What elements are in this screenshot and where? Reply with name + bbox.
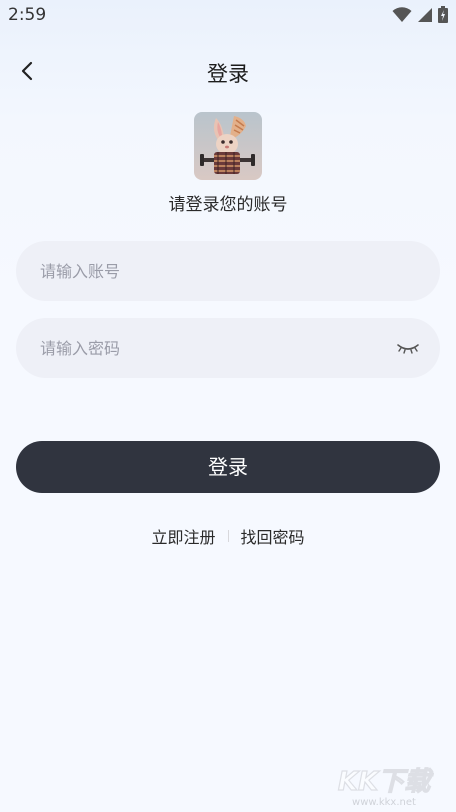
auth-links: 立即注册 找回密码 [0, 524, 456, 548]
cellular-signal-icon [418, 7, 432, 22]
login-button[interactable]: 登录 [16, 441, 440, 493]
app-logo-avatar [194, 112, 262, 180]
svg-text:KK下载: KK下载 [338, 767, 434, 797]
password-visibility-toggle[interactable] [396, 338, 420, 358]
account-field[interactable] [16, 241, 440, 301]
status-time: 2:59 [8, 5, 47, 25]
login-subtitle: 请登录您的账号 [168, 195, 288, 215]
page-title: 登录 [207, 62, 249, 86]
status-icons [392, 6, 448, 23]
password-field[interactable] [16, 318, 440, 378]
header: 登录 [0, 50, 456, 94]
eye-closed-icon [397, 344, 419, 354]
register-link[interactable]: 立即注册 [151, 524, 215, 548]
wifi-icon [392, 6, 412, 22]
status-bar: 2:59 [0, 0, 456, 32]
password-input[interactable] [40, 318, 370, 378]
account-input[interactable] [40, 241, 370, 301]
recover-password-link[interactable]: 找回密码 [241, 524, 305, 548]
battery-icon [438, 6, 448, 23]
watermark-logo: KK下载 www.kkx.net [334, 760, 434, 808]
svg-text:www.kkx.net: www.kkx.net [352, 797, 416, 808]
links-divider [227, 530, 229, 542]
rabbit-mascot-image [194, 112, 262, 180]
